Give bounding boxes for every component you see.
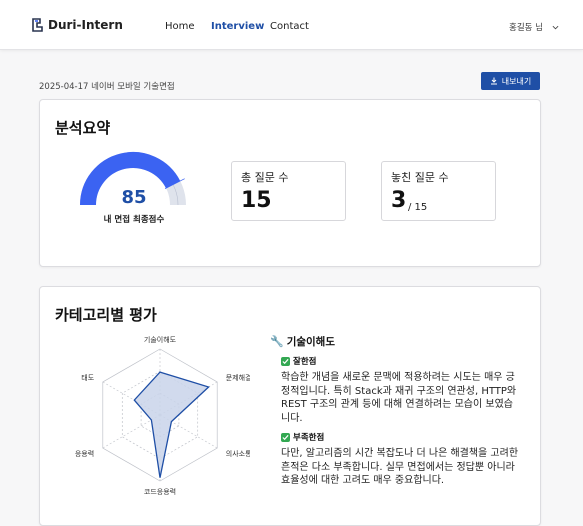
export-label: 내보내기: [501, 76, 532, 86]
total-questions-box: 총 질문 수 15: [231, 161, 346, 221]
radar-axis-label: 문제해결력: [226, 373, 250, 382]
export-button[interactable]: 내보내기: [481, 72, 540, 90]
logo-icon: [32, 18, 43, 32]
download-icon: [490, 77, 497, 85]
good-label: 잘한점: [293, 357, 317, 367]
user-name: 홍길동 님: [509, 23, 543, 33]
summary-title: 분석요약: [55, 119, 111, 137]
final-score: 85: [121, 187, 147, 208]
category-detail: 🔧 기술이해도 잘한점 학습한 개념을 새로운 문맥에 적용하려는 시도는 매우…: [270, 334, 532, 488]
nav-interview[interactable]: Interview: [211, 21, 264, 32]
total-questions-value: 15: [241, 188, 272, 213]
check-icon: [281, 356, 290, 366]
missed-questions-label: 놓친 질문 수: [391, 171, 449, 184]
total-questions-label: 총 질문 수: [241, 171, 289, 184]
user-menu[interactable]: 홍길동 님: [509, 21, 559, 33]
final-score-label: 내 면접 최종점수: [103, 215, 165, 225]
radar-axis-label: 코드응용력: [144, 488, 176, 496]
detail-title: 기술이해도: [286, 336, 336, 348]
radar-axis-label: 태도: [81, 374, 94, 382]
nav-contact[interactable]: Contact: [270, 21, 309, 32]
category-card: 카테고리별 평가 기술이해도문제해결력의사소통능력코드응용력 응용력 태도 🔧 기술…: [39, 286, 541, 526]
logo[interactable]: Duri-Intern: [30, 17, 123, 33]
top-navbar: Duri-Intern Home Interview Contact 홍길동 님: [0, 0, 583, 50]
missed-questions-box: 놓친 질문 수 3 / 15: [381, 161, 496, 221]
category-title: 카테고리별 평가: [55, 306, 157, 324]
radar-axis-label: 기술이해도: [144, 335, 177, 344]
bad-label: 부족한점: [293, 433, 325, 443]
missed-questions-total: / 15: [408, 202, 428, 213]
radar-series-area: [133, 371, 210, 478]
nav-home[interactable]: Home: [165, 21, 195, 32]
radar-axis-label: 의사소통능력: [226, 449, 250, 458]
category-radar-chart: 기술이해도문제해결력의사소통능력코드응용력 응용력 태도: [75, 335, 250, 496]
chevron-down-icon: [552, 25, 559, 29]
summary-card: 분석요약 85 내 면접 최종점수 총 질문 수 15 놓친 질문 수 3 / …: [39, 99, 541, 267]
check-icon: [281, 432, 290, 442]
good-text: 학습한 개념을 새로운 문맥에 적용하려는 시도는 매우 긍정적입니다. 특히 …: [281, 372, 517, 424]
app-name: Duri-Intern: [48, 18, 123, 32]
radar-axis-label: 응용력: [75, 450, 94, 458]
missed-questions-value: 3: [391, 188, 407, 213]
bad-text: 다만, 알고리즘의 시간 복잡도나 더 나은 해결책을 고려한 흔적은 다소 부…: [281, 448, 519, 486]
wrench-icon: 🔧: [270, 335, 284, 348]
interview-meta: 2025-04-17 네이버 모바일 기술면접: [39, 82, 175, 92]
